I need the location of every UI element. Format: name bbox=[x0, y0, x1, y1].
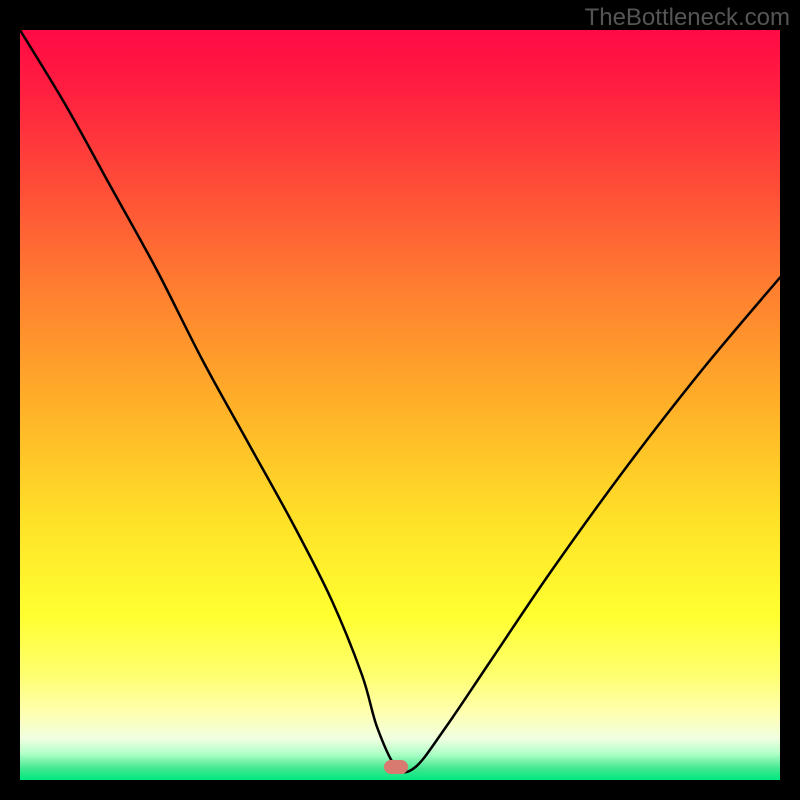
plot-area bbox=[20, 30, 780, 780]
chart-frame: TheBottleneck.com bbox=[0, 0, 800, 800]
watermark-text: TheBottleneck.com bbox=[585, 4, 790, 32]
bottleneck-curve bbox=[20, 30, 780, 780]
optimal-point-marker bbox=[384, 760, 408, 774]
